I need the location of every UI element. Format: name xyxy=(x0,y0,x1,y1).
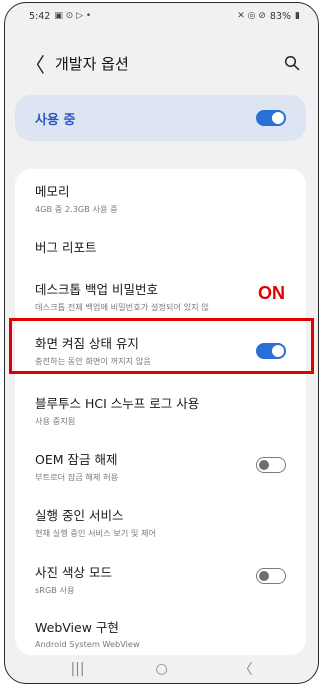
toggle-knob xyxy=(272,112,284,124)
list-item-oem-unlock[interactable]: OEM 잠금 해제 부트로더 잠금 해제 허용 xyxy=(15,449,306,489)
annotation-highlight-box xyxy=(9,318,314,374)
recents-icon[interactable]: ||| xyxy=(70,661,84,677)
item-title: 메모리 xyxy=(35,184,70,199)
status-time: 5:42 xyxy=(29,10,51,22)
item-subtitle: 데스크톱 전체 백업에 비밀번호가 설정되어 있지 않 xyxy=(35,302,209,312)
item-subtitle: sRGB 사용 xyxy=(35,585,75,595)
list-item-running-services[interactable]: 실행 중인 서비스 현재 실행 중인 서비스 보기 및 제어 xyxy=(15,505,306,539)
toggle-knob xyxy=(259,570,269,581)
battery-level: 83% xyxy=(269,10,292,22)
item-subtitle: 4GB 중 2.3GB 사용 중 xyxy=(35,204,118,214)
system-icons: ✕ ◎ ⊘ xyxy=(237,11,266,21)
master-switch-label: 사용 중 xyxy=(35,112,76,128)
status-bar: 5:42 ▣ ⊙ ▷ • ✕ ◎ ⊘ 83% ▮ xyxy=(5,3,318,29)
home-icon[interactable]: ○ xyxy=(155,661,167,677)
search-icon-svg xyxy=(284,55,300,71)
list-item-webview[interactable]: WebView 구현 Android System WebView xyxy=(15,617,306,649)
toggle-knob xyxy=(259,459,269,470)
color-mode-toggle[interactable] xyxy=(256,568,286,584)
item-title: WebView 구현 xyxy=(35,620,119,635)
item-subtitle: 부트로더 잠금 해제 허용 xyxy=(35,472,119,482)
chevron-left-icon[interactable]: 〈 xyxy=(25,49,49,78)
item-subtitle: 사용 중지됨 xyxy=(35,416,76,426)
status-left: 5:42 ▣ ⊙ ▷ • xyxy=(29,11,91,22)
item-title: 버그 리포트 xyxy=(35,240,97,255)
item-title: 실행 중인 서비스 xyxy=(35,508,124,523)
developer-options-master-switch[interactable]: 사용 중 xyxy=(15,95,306,141)
item-title: 사진 색상 모드 xyxy=(35,565,112,580)
battery-icon: ▮ xyxy=(295,11,300,21)
master-toggle[interactable] xyxy=(256,110,286,126)
list-item-bug-report[interactable]: 버그 리포트 xyxy=(15,237,306,256)
item-title: 데스크톱 백업 비밀번호 xyxy=(35,282,158,297)
item-subtitle: Android System WebView xyxy=(35,639,140,649)
search-icon[interactable] xyxy=(280,51,304,75)
navigation-bar: ||| ○ 〈 xyxy=(5,655,318,683)
oem-unlock-toggle[interactable] xyxy=(256,457,286,473)
item-subtitle: 현재 실행 중인 서비스 보기 및 제어 xyxy=(35,528,157,538)
list-item-bluetooth-hci-snoop[interactable]: 블루투스 HCI 스누프 로그 사용 사용 중지됨 xyxy=(15,393,306,427)
page-title: 개발자 옵션 xyxy=(55,54,129,73)
notification-icons: ▣ ⊙ ▷ • xyxy=(54,11,92,21)
annotation-on-label: ON xyxy=(258,283,285,303)
app-header: 〈 개발자 옵션 xyxy=(5,43,318,83)
item-title: OEM 잠금 해제 xyxy=(35,452,118,467)
settings-list: 메모리 4GB 중 2.3GB 사용 중 버그 리포트 데스크톱 백업 비밀번호… xyxy=(15,169,306,655)
list-item-picture-color-mode[interactable]: 사진 색상 모드 sRGB 사용 xyxy=(15,562,306,602)
back-icon[interactable]: 〈 xyxy=(239,659,253,679)
status-right: ✕ ◎ ⊘ 83% ▮ xyxy=(237,11,300,22)
item-title: 블루투스 HCI 스누프 로그 사용 xyxy=(35,396,200,411)
list-item-memory[interactable]: 메모리 4GB 중 2.3GB 사용 중 xyxy=(15,181,306,215)
